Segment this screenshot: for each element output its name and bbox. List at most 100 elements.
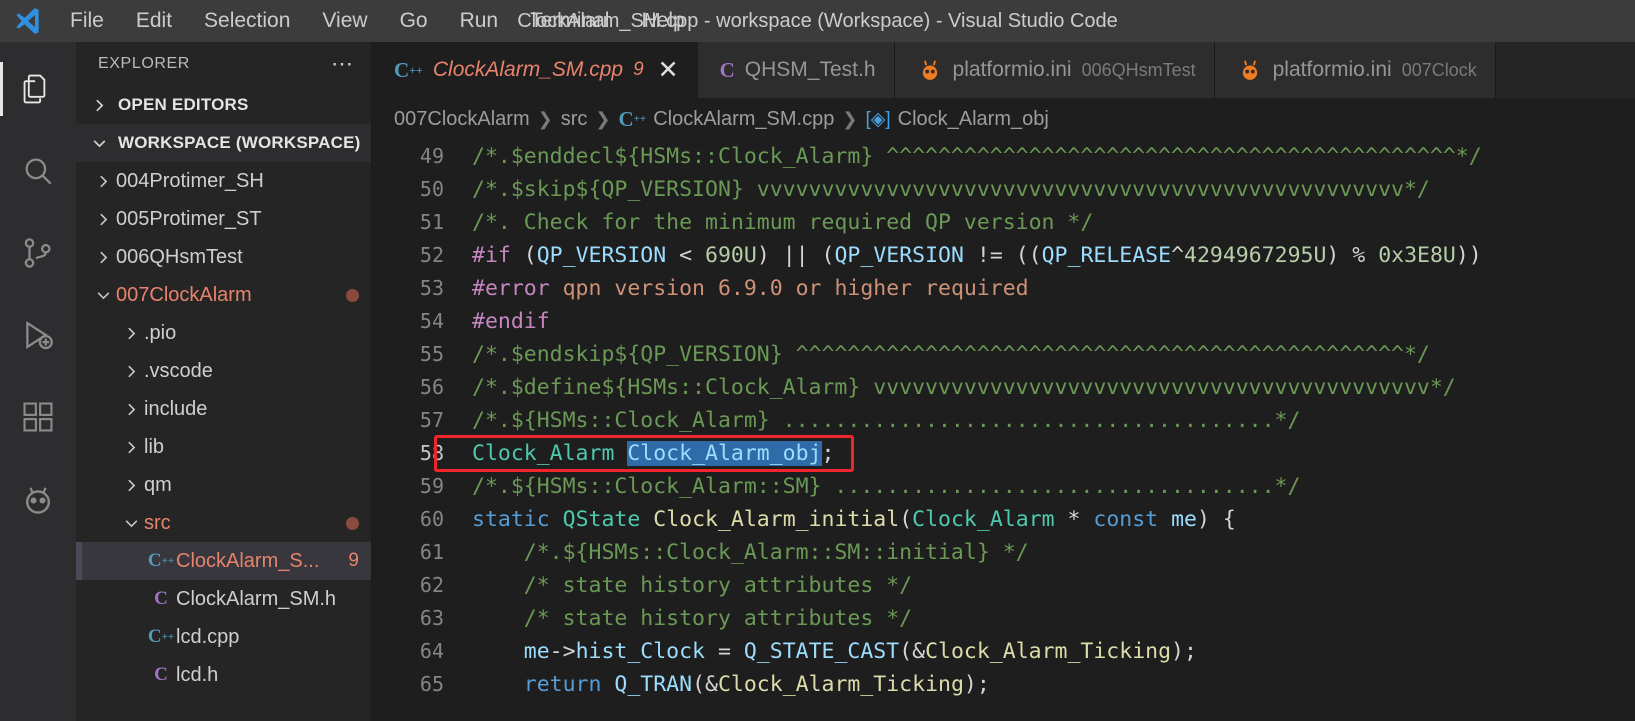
menu-edit[interactable]: Edit	[120, 4, 188, 38]
code-line-50[interactable]: 50 /*.$skip${QP_VERSION} vvvvvvvvvvvvvvvv…	[372, 173, 1635, 206]
close-icon[interactable]: ✕	[658, 57, 679, 83]
tree-item-007clockalarm[interactable]: 007ClockAlarm	[76, 276, 371, 314]
menu-bar: File Edit Selection View Go Run Terminal…	[54, 4, 701, 38]
workbench-body: EXPLORER ⋯ OPEN EDITORS WORKSPACE (WORKS…	[0, 42, 1635, 721]
c-header-file-icon: C	[154, 588, 168, 609]
tree-item-label: 004Protimer_SH	[116, 169, 264, 192]
tab-description: 006QHsmTest	[1081, 59, 1196, 80]
tree-item-src[interactable]: src	[76, 504, 371, 542]
menu-run[interactable]: Run	[444, 4, 515, 38]
code-line-57[interactable]: 57 /*.${HSMs::Clock_Alarm} ..............…	[372, 404, 1635, 437]
line-number: 64	[419, 639, 444, 663]
menu-help[interactable]: Help	[625, 4, 700, 38]
tree-item-lcd-h[interactable]: Clcd.h	[76, 656, 371, 694]
code-line-55[interactable]: 55 /*.$endskip${QP_VERSION} ^^^^^^^^^^^^^…	[372, 338, 1635, 371]
tree-item-lcd-cpp[interactable]: C ++ lcd.cpp	[76, 618, 371, 656]
modified-dot-badge	[346, 516, 359, 530]
code-line-65[interactable]: 65 return Q_TRAN(&Clock_Alarm_Ticking);	[372, 668, 1635, 701]
code-line-text: static QState Clock_Alarm_initial(Clock_…	[472, 507, 1236, 532]
code-line-64[interactable]: 64 me->hist_Clock = Q_STATE_CAST(&Clock_…	[372, 635, 1635, 668]
code-line-text: /*.${HSMs::Clock_Alarm} ................…	[472, 408, 1301, 433]
editor-tab-3[interactable]: platformio.ini 007Clock	[1214, 42, 1496, 98]
code-line-49[interactable]: 49 /*.$enddecl${HSMs::Clock_Alarm} ^^^^^^…	[372, 140, 1635, 173]
menu-terminal[interactable]: Terminal	[514, 4, 625, 38]
editor-tab-2[interactable]: platformio.ini 006QHsmTest	[894, 42, 1215, 98]
tree-item-clockalarm-s-[interactable]: C ++ ClockAlarm_S... 9	[76, 542, 371, 580]
tree-item-label: 007ClockAlarm	[116, 283, 252, 306]
code-editor[interactable]: 49 /*.$enddecl${HSMs::Clock_Alarm} ^^^^^^…	[372, 140, 1635, 721]
tree-item-004protimer-sh[interactable]: 004Protimer_SH	[76, 162, 371, 200]
file-tree: 004Protimer_SH 005Protimer_ST 006QHsmTest 0…	[76, 162, 371, 721]
chevron-down-icon	[86, 135, 112, 152]
activity-platformio[interactable]	[0, 458, 76, 540]
menu-file[interactable]: File	[54, 4, 120, 38]
activity-bar	[0, 42, 76, 721]
tree-item-005protimer-st[interactable]: 005Protimer_ST	[76, 200, 371, 238]
chevron-right-icon: ❯	[595, 108, 611, 129]
code-line-53[interactable]: 53 #error qpn version 6.9.0 or higher req…	[372, 272, 1635, 305]
breadcrumb-item-project[interactable]: 007ClockAlarm	[394, 108, 530, 131]
code-line-61[interactable]: 61 /*.${HSMs::Clock_Alarm::SM::initial} …	[372, 536, 1635, 569]
menu-go[interactable]: Go	[384, 4, 444, 38]
tree-item-label: ClockAlarm_S...	[176, 549, 320, 572]
breadcrumb-item-folder[interactable]: src	[561, 108, 588, 131]
breadcrumb: 007ClockAlarm ❯ src ❯ C ++ ClockAlarm_SM.…	[372, 98, 1635, 140]
code-line-63[interactable]: 63 /* state history attributes */	[372, 602, 1635, 635]
tree-item-qm[interactable]: qm	[76, 466, 371, 504]
code-line-60[interactable]: 60 static QState Clock_Alarm_initial(Cloc…	[372, 503, 1635, 536]
code-line-62[interactable]: 62 /* state history attributes */	[372, 569, 1635, 602]
tree-item--vscode[interactable]: .vscode	[76, 352, 371, 390]
explorer-sidebar: EXPLORER ⋯ OPEN EDITORS WORKSPACE (WORKS…	[76, 42, 372, 721]
breadcrumb-item-symbol[interactable]: [◈] Clock_Alarm_obj	[865, 108, 1048, 131]
code-line-59[interactable]: 59 /*.${HSMs::Clock_Alarm::SM} ..........…	[372, 470, 1635, 503]
tree-item-label: lib	[144, 435, 165, 458]
ellipsis-icon[interactable]: ⋯	[331, 53, 355, 75]
chevron-right-icon: ❯	[842, 108, 858, 129]
modified-dot-badge	[346, 288, 359, 302]
cpp-file-icon: C ++	[147, 550, 175, 571]
breadcrumb-item-file[interactable]: C ++ ClockAlarm_SM.cpp	[618, 107, 834, 132]
tree-item--pio[interactable]: .pio	[76, 314, 371, 352]
tree-item-clockalarm-sm-h[interactable]: C ClockAlarm_SM.h	[76, 580, 371, 618]
code-line-56[interactable]: 56 /*.$define${HSMs::Clock_Alarm} vvvvvvv…	[372, 371, 1635, 404]
editor-tab-bar: C ++ ClockAlarm_SM.cpp 9 ✕ C QHSM_Test.h platfo…	[372, 42, 1635, 98]
chevron-right-icon	[86, 97, 112, 114]
code-line-58[interactable]: 58 Clock_Alarm Clock_Alarm_obj;	[372, 437, 1635, 470]
tab-label: platformio.ini	[952, 58, 1072, 81]
code-line-52[interactable]: 52 #if (QP_VERSION < 690U) || (QP_VERSION…	[372, 239, 1635, 272]
tree-item-include[interactable]: include	[76, 390, 371, 428]
line-number: 56	[419, 375, 444, 399]
activity-explorer[interactable]	[0, 48, 76, 130]
error-count-badge: 9	[348, 550, 359, 571]
chevron-right-icon	[118, 363, 144, 380]
activity-run-debug[interactable]	[0, 294, 76, 376]
editor-tab-0[interactable]: C ++ ClockAlarm_SM.cpp 9 ✕	[372, 42, 698, 98]
section-workspace[interactable]: WORKSPACE (WORKSPACE)	[76, 124, 371, 162]
line-number: 53	[419, 276, 444, 300]
chevron-right-icon: ❯	[537, 108, 553, 129]
line-number: 59	[419, 474, 444, 498]
code-line-text: #endif	[472, 309, 550, 334]
menu-selection[interactable]: Selection	[188, 4, 306, 38]
tree-item-label: qm	[144, 473, 172, 496]
code-line-text: /*.${HSMs::Clock_Alarm::SM} ............…	[472, 474, 1301, 499]
cpp-file-icon: C ++	[618, 106, 647, 131]
breadcrumb-file-label: ClockAlarm_SM.cpp	[653, 107, 835, 130]
tab-description: 007Clock	[1401, 59, 1477, 80]
activity-source-control[interactable]	[0, 212, 76, 294]
tab-error-count: 9	[633, 59, 644, 80]
symbol-variable-icon: [◈]	[865, 108, 891, 130]
activity-extensions[interactable]	[0, 376, 76, 458]
code-line-51[interactable]: 51 /*. Check for the minimum required QP …	[372, 206, 1635, 239]
activity-search[interactable]	[0, 130, 76, 212]
tree-item-label: src	[144, 511, 171, 534]
tree-item-006qhsmtest[interactable]: 006QHsmTest	[76, 238, 371, 276]
code-line-54[interactable]: 54 #endif	[372, 305, 1635, 338]
chevron-right-icon	[90, 249, 116, 266]
tree-item-lib[interactable]: lib	[76, 428, 371, 466]
section-open-editors[interactable]: OPEN EDITORS	[76, 86, 371, 124]
menu-view[interactable]: View	[306, 4, 383, 38]
tab-label: QHSM_Test.h	[744, 58, 876, 81]
editor-tab-1[interactable]: C QHSM_Test.h	[697, 42, 895, 98]
platformio-alien-icon	[917, 57, 943, 83]
